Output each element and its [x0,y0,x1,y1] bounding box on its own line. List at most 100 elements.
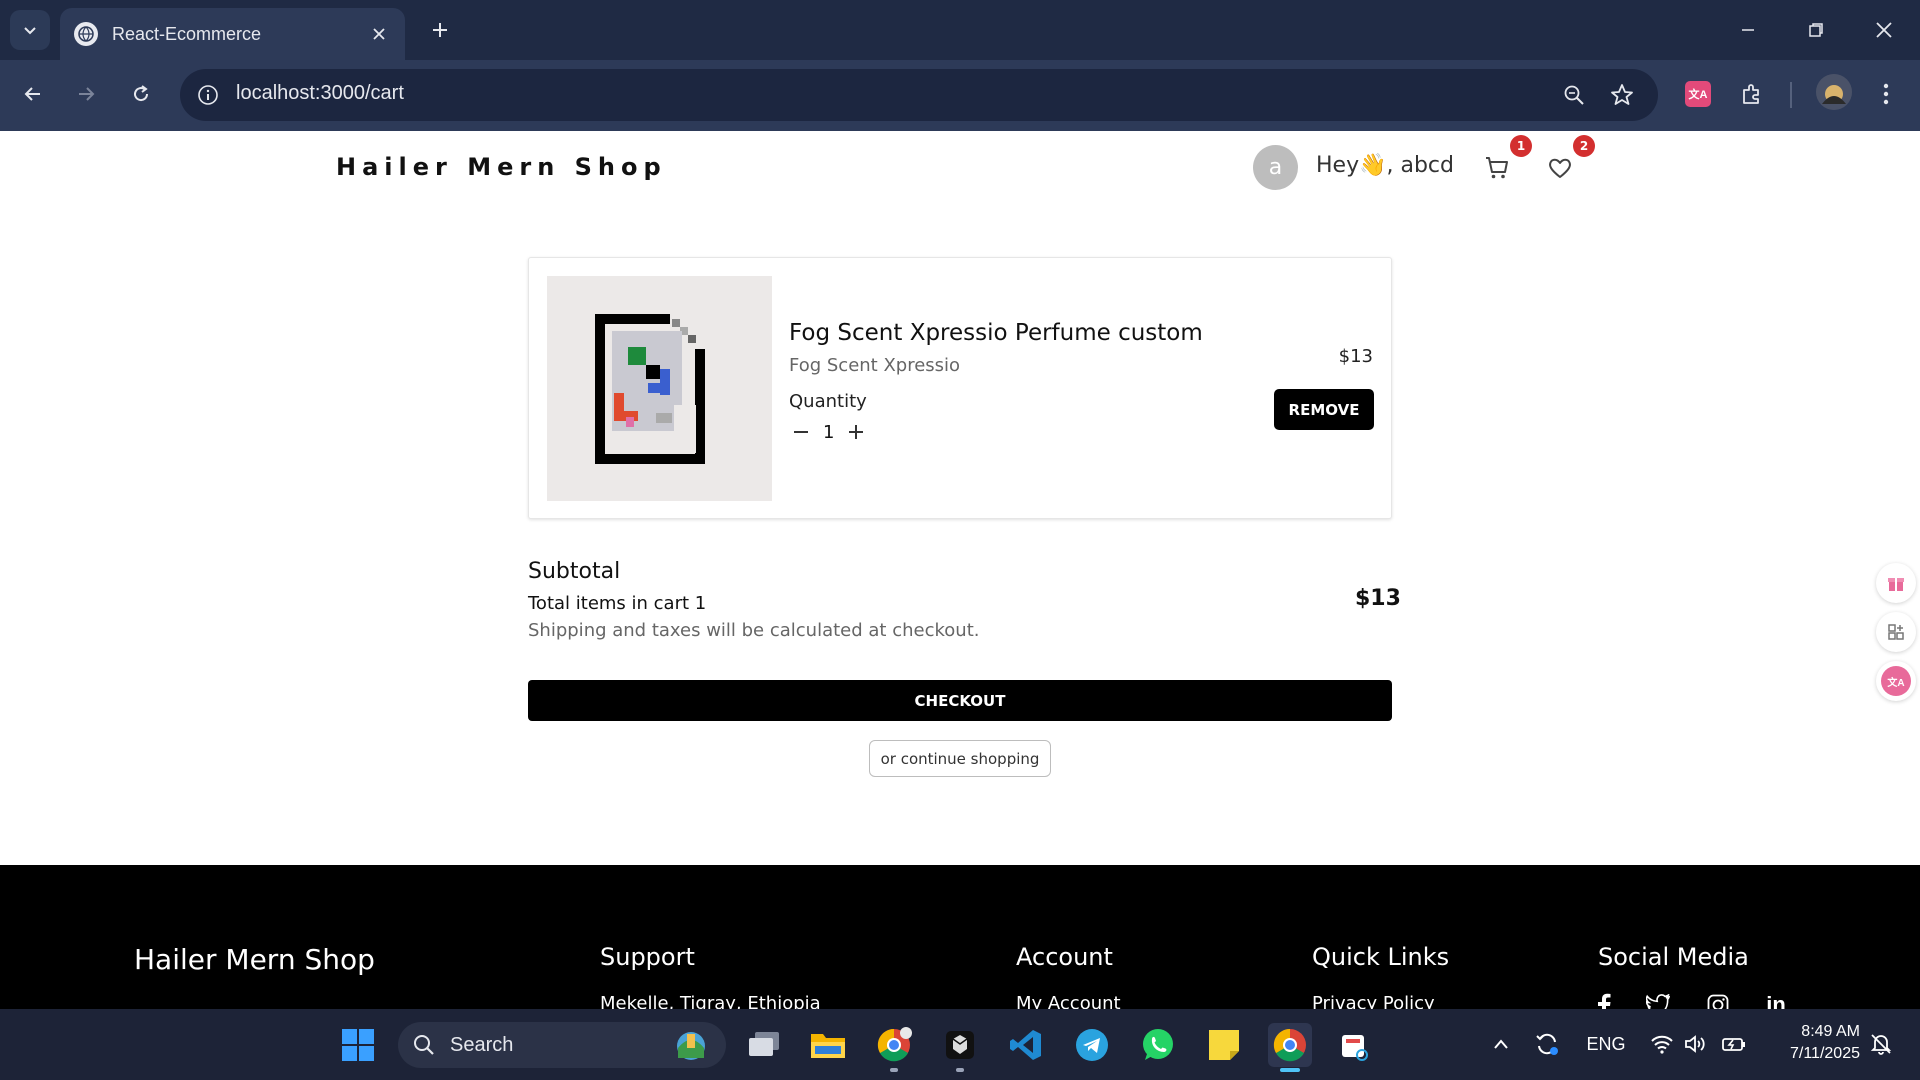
arrow-right-icon [79,87,95,101]
browser-tab[interactable]: React-Ecommerce [60,8,405,60]
quantity-stepper: 1 [789,420,868,444]
more-vertical-icon [1883,83,1889,105]
forward-button[interactable] [66,74,106,114]
product-brand: Fog Scent Xpressio [789,355,961,376]
show-hidden-icons-chevron-up-icon[interactable] [1488,1029,1514,1059]
plus-icon [433,23,447,37]
task-view-icon[interactable] [742,1023,786,1067]
broken-image-icon[interactable] [547,276,772,501]
footer-heading-social-media: Social Media [1598,943,1749,971]
site-logo[interactable]: Hailer Mern Shop [336,153,667,181]
footer-brand: Hailer Mern Shop [134,943,375,976]
extensions-puzzle-icon[interactable] [1734,76,1770,112]
site-footer: Hailer Mern Shop Support Mekelle, Tigray… [0,865,1920,1009]
reload-button[interactable] [121,74,161,114]
notifications-icon[interactable] [1866,1029,1896,1059]
footer-heading-support: Support [600,943,695,971]
footer-support-address: Mekelle, Tigray, Ethiopia [600,993,821,1009]
item-price: $13 [1338,346,1373,367]
browser-menu-button[interactable] [1866,74,1906,114]
cart-item-card: Fog Scent Xpressio Perfume custom Fog Sc… [528,257,1392,519]
telegram-icon[interactable] [1070,1023,1114,1067]
wifi-icon[interactable] [1648,1029,1676,1059]
language-indicator[interactable]: ENG [1584,1029,1628,1059]
plus-icon [849,425,864,439]
remove-button[interactable]: REMOVE [1274,389,1374,430]
restore-button[interactable] [1794,10,1838,50]
zoom-icon[interactable] [1560,81,1588,109]
back-button[interactable] [13,74,53,114]
windows-start-icon[interactable] [336,1023,380,1067]
minimize-button[interactable] [1726,10,1770,50]
search-icon [414,1035,434,1055]
search-highlight-icon [677,1032,705,1060]
chrome-active-icon[interactable] [1268,1023,1312,1067]
clock-time: 8:49 AM [1801,1023,1860,1040]
taskbar-search-box[interactable]: Search [398,1022,726,1068]
cart-button[interactable] [1480,151,1514,185]
taskbar-search-label: Search [450,1033,514,1056]
running-indicator [956,1068,964,1072]
wishlist-count-badge: 2 [1573,135,1595,157]
cart-count-badge: 1 [1510,135,1532,157]
translate-icon[interactable]: 文A [1876,661,1916,701]
taskbar-clock[interactable]: 8:49 AM 7/11/2025 [1760,1021,1860,1065]
running-indicator [890,1068,898,1072]
close-window-button[interactable] [1862,10,1906,50]
restore-icon [1809,23,1823,37]
minus-icon [794,431,808,433]
browser-toolbar: localhost:3000/cart 文A [0,60,1920,131]
tab-search-button[interactable] [10,10,50,50]
toolbar-divider [1790,82,1792,108]
sticky-notes-icon[interactable] [1202,1023,1246,1067]
linkedin-icon[interactable]: in [1762,991,1790,1009]
subtotal-value: $13 [1355,586,1401,611]
snipping-tool-icon[interactable] [1332,1023,1376,1067]
checkout-button[interactable]: CHECKOUT [528,680,1392,721]
globe-icon [74,22,98,46]
decrease-quantity-button[interactable] [789,420,813,444]
volume-icon[interactable] [1682,1029,1710,1059]
quantity-label: Quantity [789,391,867,412]
footer-link-my-account[interactable]: My Account [1016,993,1121,1009]
user-avatar[interactable]: a [1253,145,1298,190]
chevron-down-icon [24,27,36,35]
subtotal-label: Subtotal [528,559,621,584]
url-text[interactable]: localhost:3000/cart [236,82,404,105]
product-title[interactable]: Fog Scent Xpressio Perfume custom [789,320,1203,346]
sync-icon[interactable] [1532,1029,1562,1059]
user-greeting: Hey👋, abcd [1316,153,1454,178]
battery-icon[interactable] [1720,1029,1748,1059]
gift-icon[interactable] [1876,563,1916,603]
minimize-icon [1742,29,1754,31]
increase-quantity-button[interactable] [844,420,868,444]
bookmark-star-icon[interactable] [1608,81,1636,109]
quantity-value: 1 [823,421,835,443]
instagram-icon[interactable] [1704,991,1732,1009]
clock-date: 7/11/2025 [1790,1045,1860,1062]
footer-heading-account: Account [1016,943,1113,971]
apps-grid-icon[interactable] [1876,612,1916,652]
footer-link-privacy-policy[interactable]: Privacy Policy [1312,993,1435,1009]
whatsapp-icon[interactable] [1136,1023,1180,1067]
tab-title: React-Ecommerce [112,23,262,44]
file-explorer-icon[interactable] [806,1023,850,1067]
vscode-icon[interactable] [1004,1023,1048,1067]
site-info-icon[interactable] [194,81,222,109]
shipping-note: Shipping and taxes will be calculated at… [528,620,980,641]
address-bar[interactable]: localhost:3000/cart [180,69,1658,121]
wishlist-button[interactable] [1543,151,1577,185]
facebook-icon[interactable] [1590,991,1618,1009]
translate-extension-icon[interactable]: 文A [1680,76,1716,112]
close-tab-icon[interactable] [367,22,391,46]
twitter-icon[interactable] [1644,991,1672,1009]
cursor-app-icon[interactable] [938,1023,982,1067]
new-tab-button[interactable] [424,14,456,46]
chrome-profile-icon[interactable] [872,1023,916,1067]
profile-avatar[interactable] [1816,74,1852,110]
shopping-cart-icon [1486,157,1508,179]
continue-shopping-button[interactable]: or continue shopping [869,740,1051,777]
arrow-left-icon [24,87,40,101]
active-app-indicator [1280,1068,1300,1072]
close-icon [1876,22,1892,38]
